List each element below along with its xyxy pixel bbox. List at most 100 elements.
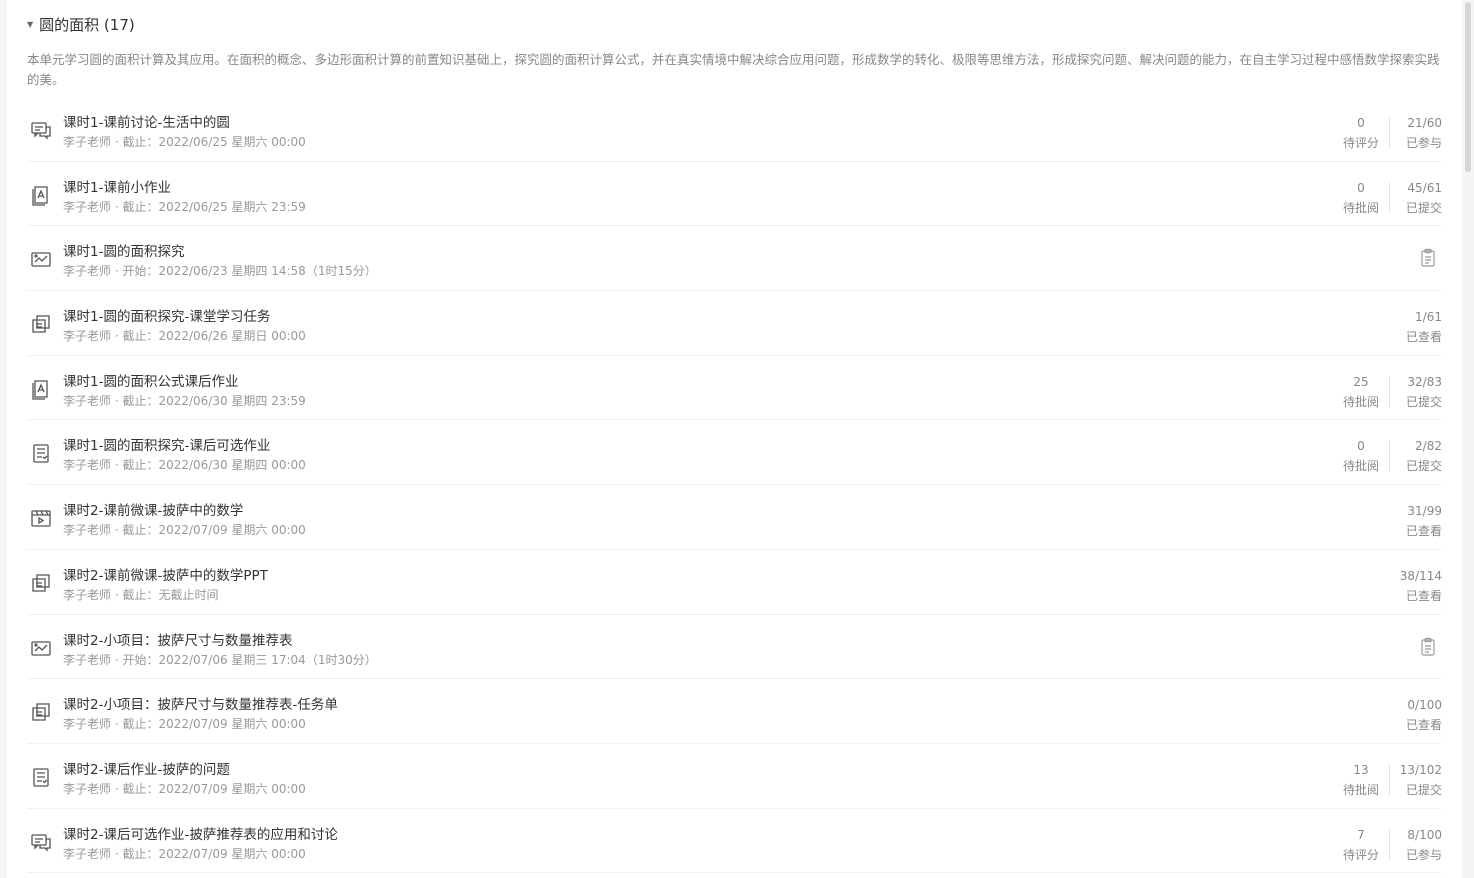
activity-stats: 1/61 已查看 xyxy=(1398,307,1442,347)
activity-title[interactable]: 课时1-圆的面积探究-课后可选作业 xyxy=(63,434,270,454)
homework-icon xyxy=(30,378,52,400)
activity-title[interactable]: 课时2-小项目：披萨尺寸与数量推荐表 xyxy=(63,629,292,649)
done-label: 已提交 xyxy=(1405,782,1442,797)
scrollbar-thumb[interactable] xyxy=(1465,2,1471,172)
test-icon xyxy=(30,766,52,788)
pending-count: 25 xyxy=(1353,374,1369,389)
activity-row[interactable]: 课时1-课前小作业 李子老师 · 截止：2022/06/25 星期六 23:59 0… xyxy=(27,162,1442,227)
unit-description: 本单元学习圆的面积计算及其应用。在面积的概念、多边形面积计算的前置知识基础上，探… xyxy=(27,52,1440,87)
done-stat[interactable]: 13/102 已提交 xyxy=(1398,760,1442,800)
stat-divider xyxy=(1389,181,1390,214)
done-stat[interactable]: 8/100 已参与 xyxy=(1398,825,1442,865)
pending-stat[interactable]: 0 待评分 xyxy=(1341,113,1381,153)
done-label: 已查看 xyxy=(1405,588,1442,603)
scrollbar[interactable] xyxy=(1462,0,1474,878)
activity-stats: 13 待批阅 13/102 已提交 xyxy=(1341,760,1442,800)
caret-down-icon: ▼ xyxy=(27,19,34,29)
stat-divider xyxy=(1389,375,1390,408)
whiteboard-icon xyxy=(30,637,52,659)
activity-row[interactable]: 课时1-圆的面积公式课后作业李子老师 · 截止：2022/06/30 星期四 2… xyxy=(27,356,1442,421)
activity-stats: 38/114 已查看 xyxy=(1398,566,1442,606)
stat-divider xyxy=(1389,117,1390,149)
unit-header[interactable]: ▼ 圆的面积 (17) xyxy=(27,13,135,35)
activity-meta: 李子老师 · 截止：无截止时间 xyxy=(63,587,219,602)
done-count: 8/100 xyxy=(1407,827,1442,842)
test-icon xyxy=(30,442,52,464)
done-count: 21/60 xyxy=(1407,116,1442,130)
pending-stat[interactable]: 7 待评分 xyxy=(1341,825,1381,865)
activity-meta: 李子老师 · 开始：2022/06/23 星期四 14:58（1时15分） xyxy=(63,264,377,279)
video-icon xyxy=(30,507,52,529)
activity-stats: 0/100 已查看 xyxy=(1398,695,1442,735)
pending-label: 待批阅 xyxy=(1342,394,1379,409)
activity-row[interactable]: 课时1-圆的面积探究李子老师 · 开始：2022/06/23 星期四 14:58… xyxy=(27,226,1442,292)
stat-divider xyxy=(1389,440,1390,473)
done-stat[interactable]: 21/60 已参与 xyxy=(1398,113,1442,153)
pending-count: 0 xyxy=(1357,180,1365,195)
done-stat[interactable]: 38/114 已查看 xyxy=(1398,566,1442,606)
activity-title[interactable]: 课时2-课前微课-披萨中的数学 xyxy=(63,499,243,519)
pending-label: 待评分 xyxy=(1342,847,1379,862)
done-label: 已提交 xyxy=(1405,459,1442,474)
activity-meta: 李子老师 · 开始：2022/07/06 星期三 17:04（1时30分） xyxy=(63,652,377,667)
done-count: 1/61 xyxy=(1415,310,1442,325)
activity-meta: 李子老师 · 截止：2022/07/09 星期六 00:00 xyxy=(63,846,306,861)
resource-icon xyxy=(30,701,52,723)
done-label: 已查看 xyxy=(1405,718,1442,733)
clipboard-icon[interactable] xyxy=(1418,248,1438,268)
activity-title[interactable]: 课时1-圆的面积探究 xyxy=(63,240,184,260)
done-count: 38/114 xyxy=(1399,568,1442,583)
clipboard-icon[interactable] xyxy=(1418,637,1438,657)
done-stat[interactable]: 32/83 已提交 xyxy=(1398,372,1442,412)
done-count: 32/83 xyxy=(1407,374,1442,389)
done-stat[interactable]: 31/99 已查看 xyxy=(1398,501,1442,541)
activity-meta: 李子老师 · 截止：2022/06/30 星期四 23:59 xyxy=(63,393,306,408)
activity-row[interactable]: 课时2-课前微课-披萨中的数学 李子老师 · 截止：2022/07/09 星期六 … xyxy=(27,485,1442,550)
activity-stats: 0 待评分 21/60 已参与 xyxy=(1341,113,1442,153)
pending-stat[interactable]: 13 待批阅 xyxy=(1341,760,1381,800)
activity-row[interactable]: 课时2-课前微课-披萨中的数学PPT 李子老师 · 截止：无截止时间 38/114 已… xyxy=(27,550,1442,615)
activity-row[interactable]: 课时2-小项目：披萨尺寸与数量推荐表李子老师 · 开始：2022/07/06 星… xyxy=(27,615,1442,680)
activity-title[interactable]: 课时1-课前讨论-生活中的圆 xyxy=(63,111,230,131)
activity-meta: 李子老师 · 截止：2022/06/25 星期六 00:00 xyxy=(63,135,306,149)
whiteboard-icon xyxy=(30,248,52,270)
activity-row[interactable]: 课时2-小项目：披萨尺寸与数量推荐表-任务单李子老师 · 截止：2022/07/… xyxy=(27,679,1442,744)
done-label: 已提交 xyxy=(1405,394,1442,409)
activity-row[interactable]: 课时2-课后可选作业-披萨推荐表的应用和讨论李子老师 · 截止：2022/07/… xyxy=(27,809,1442,874)
pending-stat[interactable]: 0 待批阅 xyxy=(1341,178,1381,218)
activity-title[interactable]: 课时2-课后可选作业-披萨推荐表的应用和讨论 xyxy=(63,823,338,843)
done-stat[interactable]: 45/61 已提交 xyxy=(1398,178,1442,218)
done-stat[interactable]: 1/61 已查看 xyxy=(1398,307,1442,347)
activity-stats: 7 待评分 8/100 已参与 xyxy=(1341,825,1442,865)
activity-title[interactable]: 课时2-课后作业-披萨的问题 xyxy=(63,758,230,778)
activity-title[interactable]: 课时1-圆的面积公式课后作业 xyxy=(63,370,238,390)
pending-count: 13 xyxy=(1353,762,1369,777)
pending-label: 待批阅 xyxy=(1342,782,1379,797)
activity-stats: 0 待批阅 45/61 已提交 xyxy=(1341,178,1442,218)
done-label: 已查看 xyxy=(1405,330,1442,345)
activity-row[interactable]: 课时1-圆的面积探究-课堂学习任务 李子老师 · 截止：2022/06/26 星期… xyxy=(27,291,1442,356)
pending-count: 0 xyxy=(1357,116,1365,130)
activity-title[interactable]: 课时2-课前微课-披萨中的数学PPT xyxy=(63,564,268,584)
pending-count: 7 xyxy=(1357,827,1365,842)
done-label: 已参与 xyxy=(1405,847,1442,862)
homework-icon xyxy=(30,184,52,206)
activity-row[interactable]: 课时2-课后作业-披萨的问题 李子老师 · 截止：2022/07/09 星期六 0… xyxy=(27,744,1442,809)
activity-row[interactable]: 课时1-课前讨论-生活中的圆李子老师 · 截止：2022/06/25 星期六 0… xyxy=(27,97,1442,162)
done-stat[interactable]: 2/82 已提交 xyxy=(1398,436,1442,476)
activity-meta: 李子老师 · 截止：2022/07/09 星期六 00:00 xyxy=(63,717,306,732)
done-count: 0/100 xyxy=(1407,698,1442,713)
done-label: 已参与 xyxy=(1405,136,1442,150)
activity-title[interactable]: 课时1-课前小作业 xyxy=(63,176,171,196)
pending-label: 待批阅 xyxy=(1342,200,1379,215)
pending-stat[interactable]: 0 待批阅 xyxy=(1341,436,1381,476)
resource-icon xyxy=(30,313,52,335)
done-stat[interactable]: 0/100 已查看 xyxy=(1398,695,1442,735)
activity-list: 课时1-课前讨论-生活中的圆李子老师 · 截止：2022/06/25 星期六 0… xyxy=(27,97,1442,874)
activity-title[interactable]: 课时1-圆的面积探究-课堂学习任务 xyxy=(63,305,270,325)
pending-stat[interactable]: 25 待批阅 xyxy=(1341,372,1381,412)
unit-panel: ▼ 圆的面积 (17) 本单元学习圆的面积计算及其应用。在面积的概念、多边形面积… xyxy=(7,0,1462,878)
activity-title[interactable]: 课时2-小项目：披萨尺寸与数量推荐表-任务单 xyxy=(63,693,338,713)
pending-count: 0 xyxy=(1357,439,1365,454)
activity-row[interactable]: 课时1-圆的面积探究-课后可选作业 李子老师 · 截止：2022/06/30 星期… xyxy=(27,420,1442,486)
